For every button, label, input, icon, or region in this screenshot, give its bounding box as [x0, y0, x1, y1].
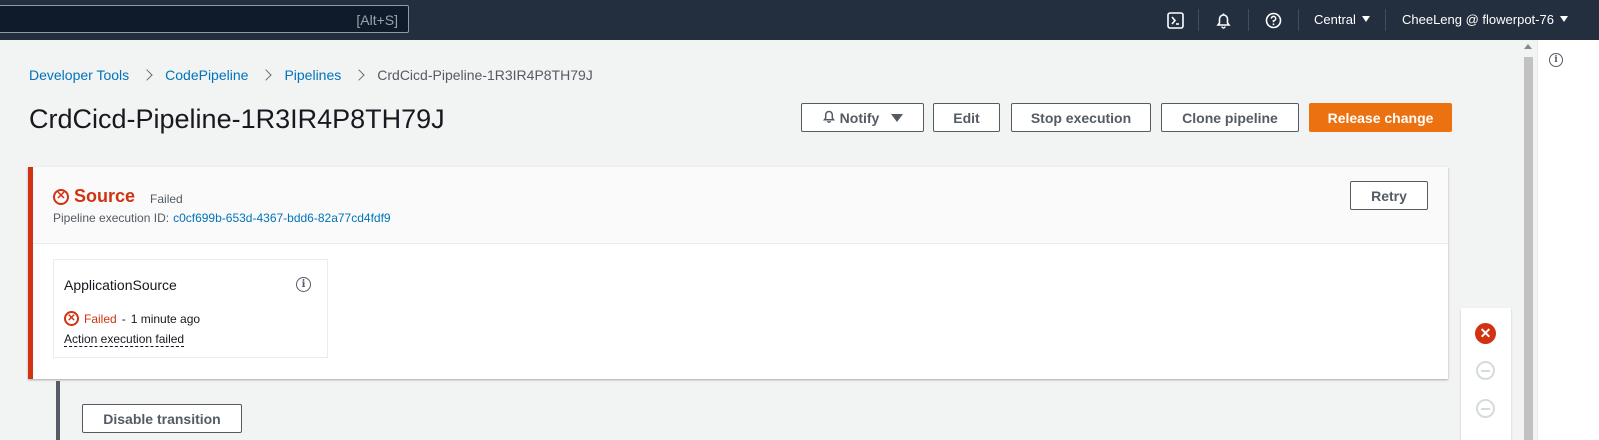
nav-divider	[1385, 9, 1386, 31]
search-input[interactable]: [Alt+S]	[0, 5, 409, 33]
execution-id-label: Pipeline execution ID:	[53, 211, 170, 225]
breadcrumb-developer-tools[interactable]: Developer Tools	[29, 67, 129, 83]
transition-connector	[56, 381, 60, 440]
action-card: ApplicationSource i ✕ Failed - 1 minute …	[53, 259, 328, 358]
scroll-up-icon[interactable]	[1524, 44, 1532, 49]
bell-icon	[822, 109, 836, 126]
error-icon: ✕	[53, 188, 69, 205]
action-status-text: Failed	[84, 311, 117, 326]
region-label: Central	[1314, 12, 1356, 27]
chevron-right-icon	[260, 69, 273, 81]
bell-icon[interactable]	[1214, 11, 1232, 29]
pending-stage-icon[interactable]	[1476, 399, 1495, 418]
cloudshell-icon[interactable]	[1166, 11, 1184, 29]
account-menu[interactable]: CheeLeng @ flowerpot-76	[1402, 12, 1568, 27]
action-status: ✕ Failed - 1 minute ago	[64, 311, 200, 326]
info-icon[interactable]: i	[296, 277, 311, 292]
breadcrumb-codepipeline[interactable]: CodePipeline	[165, 67, 248, 83]
top-navigation: [Alt+S] Central CheeLeng @ flowerpot-76	[0, 0, 1599, 40]
page-title: CrdCicd-Pipeline-1R3IR4P8TH79J	[29, 104, 445, 134]
failed-stage-icon[interactable]: ✕	[1475, 323, 1496, 344]
status-separator: -	[121, 311, 126, 326]
stop-execution-button[interactable]: Stop execution	[1011, 103, 1151, 132]
pending-stage-icon[interactable]	[1476, 361, 1495, 380]
chevron-right-icon	[353, 69, 365, 81]
region-selector[interactable]: Central	[1314, 12, 1370, 27]
stage-status: Failed	[150, 191, 183, 206]
notify-button[interactable]: Notify	[801, 103, 924, 132]
action-time: 1 minute ago	[130, 311, 201, 326]
scrollbar-thumb[interactable]	[1524, 57, 1533, 440]
retry-button[interactable]: Retry	[1350, 181, 1428, 210]
stage-source: ✕ Source Failed Pipeline execution ID: c0…	[28, 167, 1448, 379]
error-icon: ✕	[64, 311, 79, 326]
nav-divider	[1298, 9, 1299, 31]
stage-header: ✕ Source Failed Pipeline execution ID: c0…	[33, 167, 1448, 244]
caret-down-icon	[891, 113, 904, 122]
notify-label: Notify	[839, 109, 880, 126]
info-icon[interactable]: i	[1549, 53, 1563, 67]
execution-id-link[interactable]: c0cf699b-653d-4367-bdd6-82a77cd4fdf9	[173, 211, 391, 225]
help-icon[interactable]	[1264, 11, 1282, 29]
chevron-right-icon	[141, 69, 153, 81]
stage-name: Source	[74, 186, 136, 206]
caret-down-icon	[1361, 16, 1370, 22]
action-execution-details-link[interactable]: Action execution failed	[64, 332, 185, 347]
disable-transition-button[interactable]: Disable transition	[82, 404, 242, 433]
edit-button[interactable]: Edit	[933, 103, 1000, 132]
stage-title: ✕ Source Failed	[53, 186, 183, 207]
breadcrumb-pipelines[interactable]: Pipelines	[284, 67, 341, 83]
search-shortcut-hint: [Alt+S]	[356, 12, 398, 28]
clone-pipeline-button[interactable]: Clone pipeline	[1161, 103, 1299, 132]
help-panel-strip: i	[1537, 40, 1599, 440]
nav-divider	[1248, 9, 1249, 31]
caret-down-icon	[1559, 16, 1568, 22]
action-name: ApplicationSource	[64, 277, 177, 293]
breadcrumb-current: CrdCicd-Pipeline-1R3IR4P8TH79J	[377, 67, 593, 83]
nav-divider	[1198, 9, 1199, 31]
account-label: CheeLeng @ flowerpot-76	[1402, 12, 1554, 27]
execution-id-line: Pipeline execution ID: c0cf699b-653d-4367…	[53, 211, 391, 225]
release-change-button[interactable]: Release change	[1309, 103, 1452, 132]
stage-status-rail: ✕	[1461, 308, 1511, 440]
breadcrumb: Developer Tools CodePipeline Pipelines C…	[29, 67, 593, 83]
